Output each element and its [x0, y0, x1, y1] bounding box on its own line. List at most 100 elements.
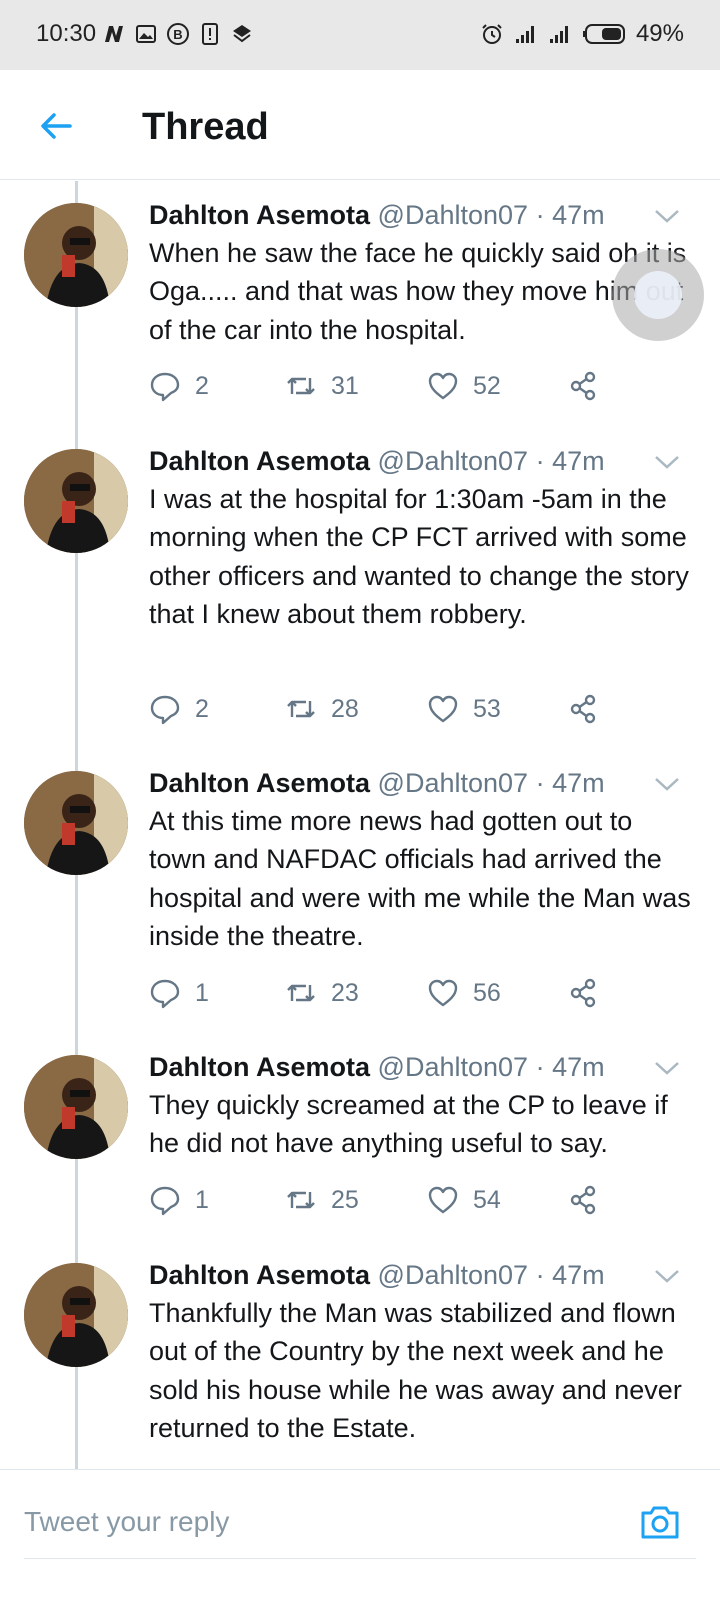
retweet-count: 25 — [331, 1185, 359, 1214]
chevron-down-icon[interactable] — [654, 776, 680, 792]
avatar[interactable] — [24, 1055, 128, 1159]
reply-button[interactable]: 2 — [149, 689, 209, 729]
tweet-text: I was at the hospital for 1:30am -5am in… — [149, 484, 689, 629]
layers-icon — [233, 25, 251, 43]
tweet-time: 47m — [552, 1260, 605, 1290]
heart-icon — [428, 695, 458, 723]
back-button[interactable] — [36, 106, 76, 146]
n-icon — [105, 26, 123, 42]
avatar-image — [24, 1263, 128, 1367]
tweet-text: At this time more news had gotten out to… — [149, 806, 691, 951]
retweet-button[interactable]: 28 — [285, 689, 359, 729]
tweet[interactable]: Dahlton Asemota @Dahlton07 · 47m They qu… — [0, 1033, 720, 1241]
tweet-author-name[interactable]: Dahlton Asemota — [149, 446, 370, 476]
app-header: Thread — [0, 70, 720, 180]
reply-count: 2 — [195, 694, 209, 723]
reply-button[interactable]: 2 — [149, 366, 209, 406]
tweet[interactable]: Dahlton Asemota @Dahlton07 · 47m Thankfu… — [0, 1241, 720, 1469]
separator-dot: · — [535, 446, 545, 476]
like-count: 54 — [473, 1185, 501, 1214]
tweet-actions: 2 31 52 — [149, 366, 629, 406]
tweet-header: Dahlton Asemota @Dahlton07 · 47m — [149, 768, 605, 799]
share-icon — [570, 978, 596, 1008]
share-button[interactable] — [567, 1180, 599, 1220]
chevron-down-icon[interactable] — [654, 454, 680, 470]
tweet-time: 47m — [552, 1052, 605, 1082]
share-icon — [570, 694, 596, 724]
retweet-count: 28 — [331, 694, 359, 723]
tweet-time: 47m — [552, 200, 605, 230]
chevron-down-icon[interactable] — [654, 1060, 680, 1076]
b-circle-icon: B — [167, 23, 189, 45]
tweet-author-name[interactable]: Dahlton Asemota — [149, 1260, 370, 1290]
alarm-icon — [482, 24, 502, 44]
separator-dot: · — [535, 200, 545, 230]
heart-icon — [428, 979, 458, 1007]
image-icon — [136, 25, 156, 43]
chevron-down-icon[interactable] — [654, 1268, 680, 1284]
tweet-handle[interactable]: @Dahlton07 — [378, 1260, 529, 1290]
separator-dot: · — [535, 1260, 545, 1290]
retweet-count: 23 — [331, 978, 359, 1007]
tweet-author-name[interactable]: Dahlton Asemota — [149, 200, 370, 230]
reply-icon — [150, 372, 180, 402]
avatar[interactable] — [24, 771, 128, 875]
signal-icon — [515, 26, 534, 43]
arrow-left-icon — [41, 113, 72, 139]
like-count: 52 — [473, 371, 501, 400]
retweet-icon — [287, 377, 315, 395]
tweet-handle[interactable]: @Dahlton07 — [378, 768, 529, 798]
tweet[interactable]: Dahlton Asemota @Dahlton07 · 47m At this… — [0, 749, 720, 1033]
retweet-button[interactable]: 23 — [285, 973, 359, 1013]
like-button[interactable]: 53 — [427, 689, 501, 729]
like-count: 53 — [473, 694, 501, 723]
camera-icon — [641, 1506, 679, 1539]
heart-icon — [428, 1186, 458, 1214]
tweet-time: 47m — [552, 446, 605, 476]
tweet-actions: 2 28 53 — [149, 689, 629, 729]
tweet-text: Thankfully the Man was stabilized and fl… — [149, 1298, 682, 1443]
reply-input[interactable] — [24, 1500, 584, 1544]
share-button[interactable] — [567, 689, 599, 729]
separator-dot: · — [535, 768, 545, 798]
tweet[interactable]: Dahlton Asemota @Dahlton07 · 47m I was a… — [0, 427, 720, 749]
like-button[interactable]: 56 — [427, 973, 501, 1013]
tweet-handle[interactable]: @Dahlton07 — [378, 446, 529, 476]
retweet-count: 31 — [331, 371, 359, 400]
tweet-header: Dahlton Asemota @Dahlton07 · 47m — [149, 446, 605, 477]
avatar[interactable] — [24, 1263, 128, 1367]
retweet-button[interactable]: 25 — [285, 1180, 359, 1220]
share-button[interactable] — [567, 973, 599, 1013]
reply-divider — [24, 1558, 696, 1559]
chevron-down-icon[interactable] — [654, 208, 680, 224]
like-button[interactable]: 52 — [427, 366, 501, 406]
reply-icon — [150, 695, 180, 725]
avatar[interactable] — [24, 203, 128, 307]
retweet-icon — [287, 984, 315, 1002]
avatar-image — [24, 1055, 128, 1159]
tweet-author-name[interactable]: Dahlton Asemota — [149, 768, 370, 798]
share-button[interactable] — [567, 366, 599, 406]
avatar[interactable] — [24, 449, 128, 553]
like-button[interactable]: 54 — [427, 1180, 501, 1220]
tweet-author-name[interactable]: Dahlton Asemota — [149, 1052, 370, 1082]
camera-button[interactable] — [638, 1500, 682, 1544]
share-icon — [570, 371, 596, 401]
avatar-image — [24, 449, 128, 553]
tweet-handle[interactable]: @Dahlton07 — [378, 1052, 529, 1082]
page-title: Thread — [142, 106, 269, 148]
reply-button[interactable]: 1 — [149, 973, 209, 1013]
tweet-header: Dahlton Asemota @Dahlton07 · 47m — [149, 1052, 605, 1083]
tweet-handle[interactable]: @Dahlton07 — [378, 200, 529, 230]
battery-icon — [582, 24, 625, 44]
reply-icon — [150, 1186, 180, 1216]
svg-text:B: B — [173, 27, 182, 42]
reply-count: 1 — [195, 978, 209, 1007]
retweet-button[interactable]: 31 — [285, 366, 359, 406]
tweet-header: Dahlton Asemota @Dahlton07 · 47m — [149, 1260, 605, 1291]
reply-button[interactable]: 1 — [149, 1180, 209, 1220]
status-bar: 10:30 B 49% — [0, 0, 720, 70]
thread[interactable]: Dahlton Asemota @Dahlton07 · 47m When he… — [0, 181, 720, 1469]
heart-icon — [428, 372, 458, 400]
retweet-icon — [287, 1191, 315, 1209]
